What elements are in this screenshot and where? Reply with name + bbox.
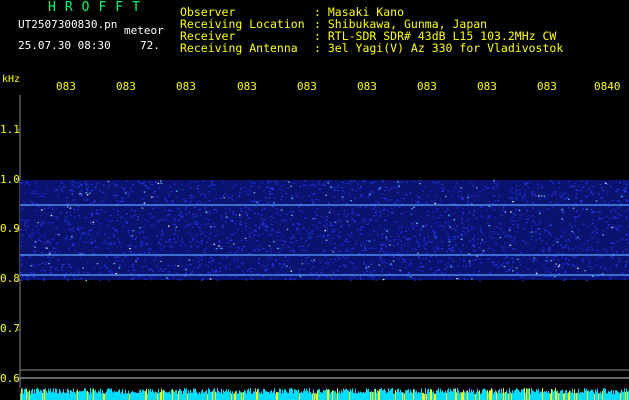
bottom-intensity-bar (20, 388, 629, 400)
spectrogram-plot (16, 95, 629, 400)
